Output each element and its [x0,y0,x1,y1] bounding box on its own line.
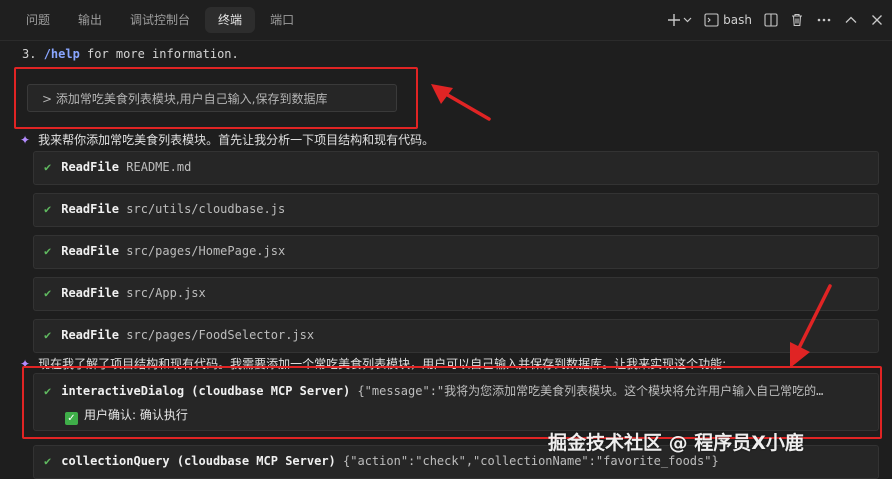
check-icon: ✔ [44,244,52,258]
tab-problems[interactable]: 问题 [13,7,63,33]
split-icon [764,13,778,27]
check-icon: ✔ [44,454,52,468]
annotation-arrow-icon [790,284,832,368]
tool-name: ReadFile [61,244,120,258]
panel-actions: bash [667,0,884,40]
check-icon: ✔ [44,202,52,216]
close-icon [872,15,882,25]
terminal-selector[interactable]: bash [704,13,752,27]
tool-name: ReadFile [61,328,120,342]
help-suffix: for more information. [79,47,239,61]
chevron-up-icon [845,16,857,23]
check-icon: ✔ [44,328,52,342]
tool-name: ReadFile [61,286,120,300]
tool-call-readfile: ✔ ReadFile src/utils/cloudbase.js [33,193,879,227]
tool-arg: src/App.jsx [126,286,206,300]
tab-ports[interactable]: 端口 [257,7,307,33]
tool-arg: src/pages/HomePage.jsx [126,244,286,258]
tool-name: collectionQuery (cloudbase MCP Server) [61,454,336,468]
ellipsis-icon [817,18,831,22]
tool-arg: src/utils/cloudbase.js [126,202,286,216]
close-panel-button[interactable] [870,13,884,27]
tool-call-readfile: ✔ ReadFile src/App.jsx [33,277,879,311]
annotation-box-prompt [14,67,418,129]
sparkle-icon: ✦ [20,133,31,147]
panel-tab-bar: 问题 输出 调试控制台 终端 端口 bash [0,0,892,41]
terminal-icon [704,13,719,27]
tool-arg: src/pages/FoodSelector.jsx [126,328,315,342]
help-prefix: 3. [22,47,44,61]
tool-arg: README.md [126,160,192,174]
tab-debug-console[interactable]: 调试控制台 [117,7,203,33]
maximize-panel-button[interactable] [844,13,858,27]
plus-icon [668,14,681,26]
tool-name: ReadFile [61,160,120,174]
trash-icon [792,13,802,27]
tab-output[interactable]: 输出 [65,7,115,33]
annotation-arrow-icon [431,84,491,121]
help-command: /help [43,47,80,61]
kill-terminal-button[interactable] [790,13,804,27]
help-line: 3. /help for more information. [22,47,239,61]
tool-call-readfile: ✔ ReadFile src/pages/FoodSelector.jsx [33,319,879,353]
new-terminal-button[interactable] [667,13,692,27]
split-terminal-button[interactable] [764,13,778,27]
check-icon: ✔ [44,286,52,300]
tab-terminal[interactable]: 终端 [205,7,256,33]
watermark: 掘金技术社区 @ 程序员X小鹿 [548,432,804,454]
tool-call-readfile: ✔ ReadFile README.md [33,151,879,185]
tool-arg: {"action":"check","collectionName":"favo… [343,454,719,468]
terminal-output[interactable]: 3. /help for more information. > 添加常吃美食列… [0,40,892,479]
ai-message-1-text: 我来帮你添加常吃美食列表模块。首先让我分析一下项目结构和现有代码。 [38,133,435,147]
chevron-down-icon [683,17,692,23]
ai-message-1: ✦ 我来帮你添加常吃美食列表模块。首先让我分析一下项目结构和现有代码。 [20,131,434,148]
check-icon: ✔ [44,160,52,174]
more-actions-button[interactable] [816,13,832,27]
tool-call-readfile: ✔ ReadFile src/pages/HomePage.jsx [33,235,879,269]
tool-name: ReadFile [61,202,120,216]
terminal-shell-label: bash [723,13,752,27]
